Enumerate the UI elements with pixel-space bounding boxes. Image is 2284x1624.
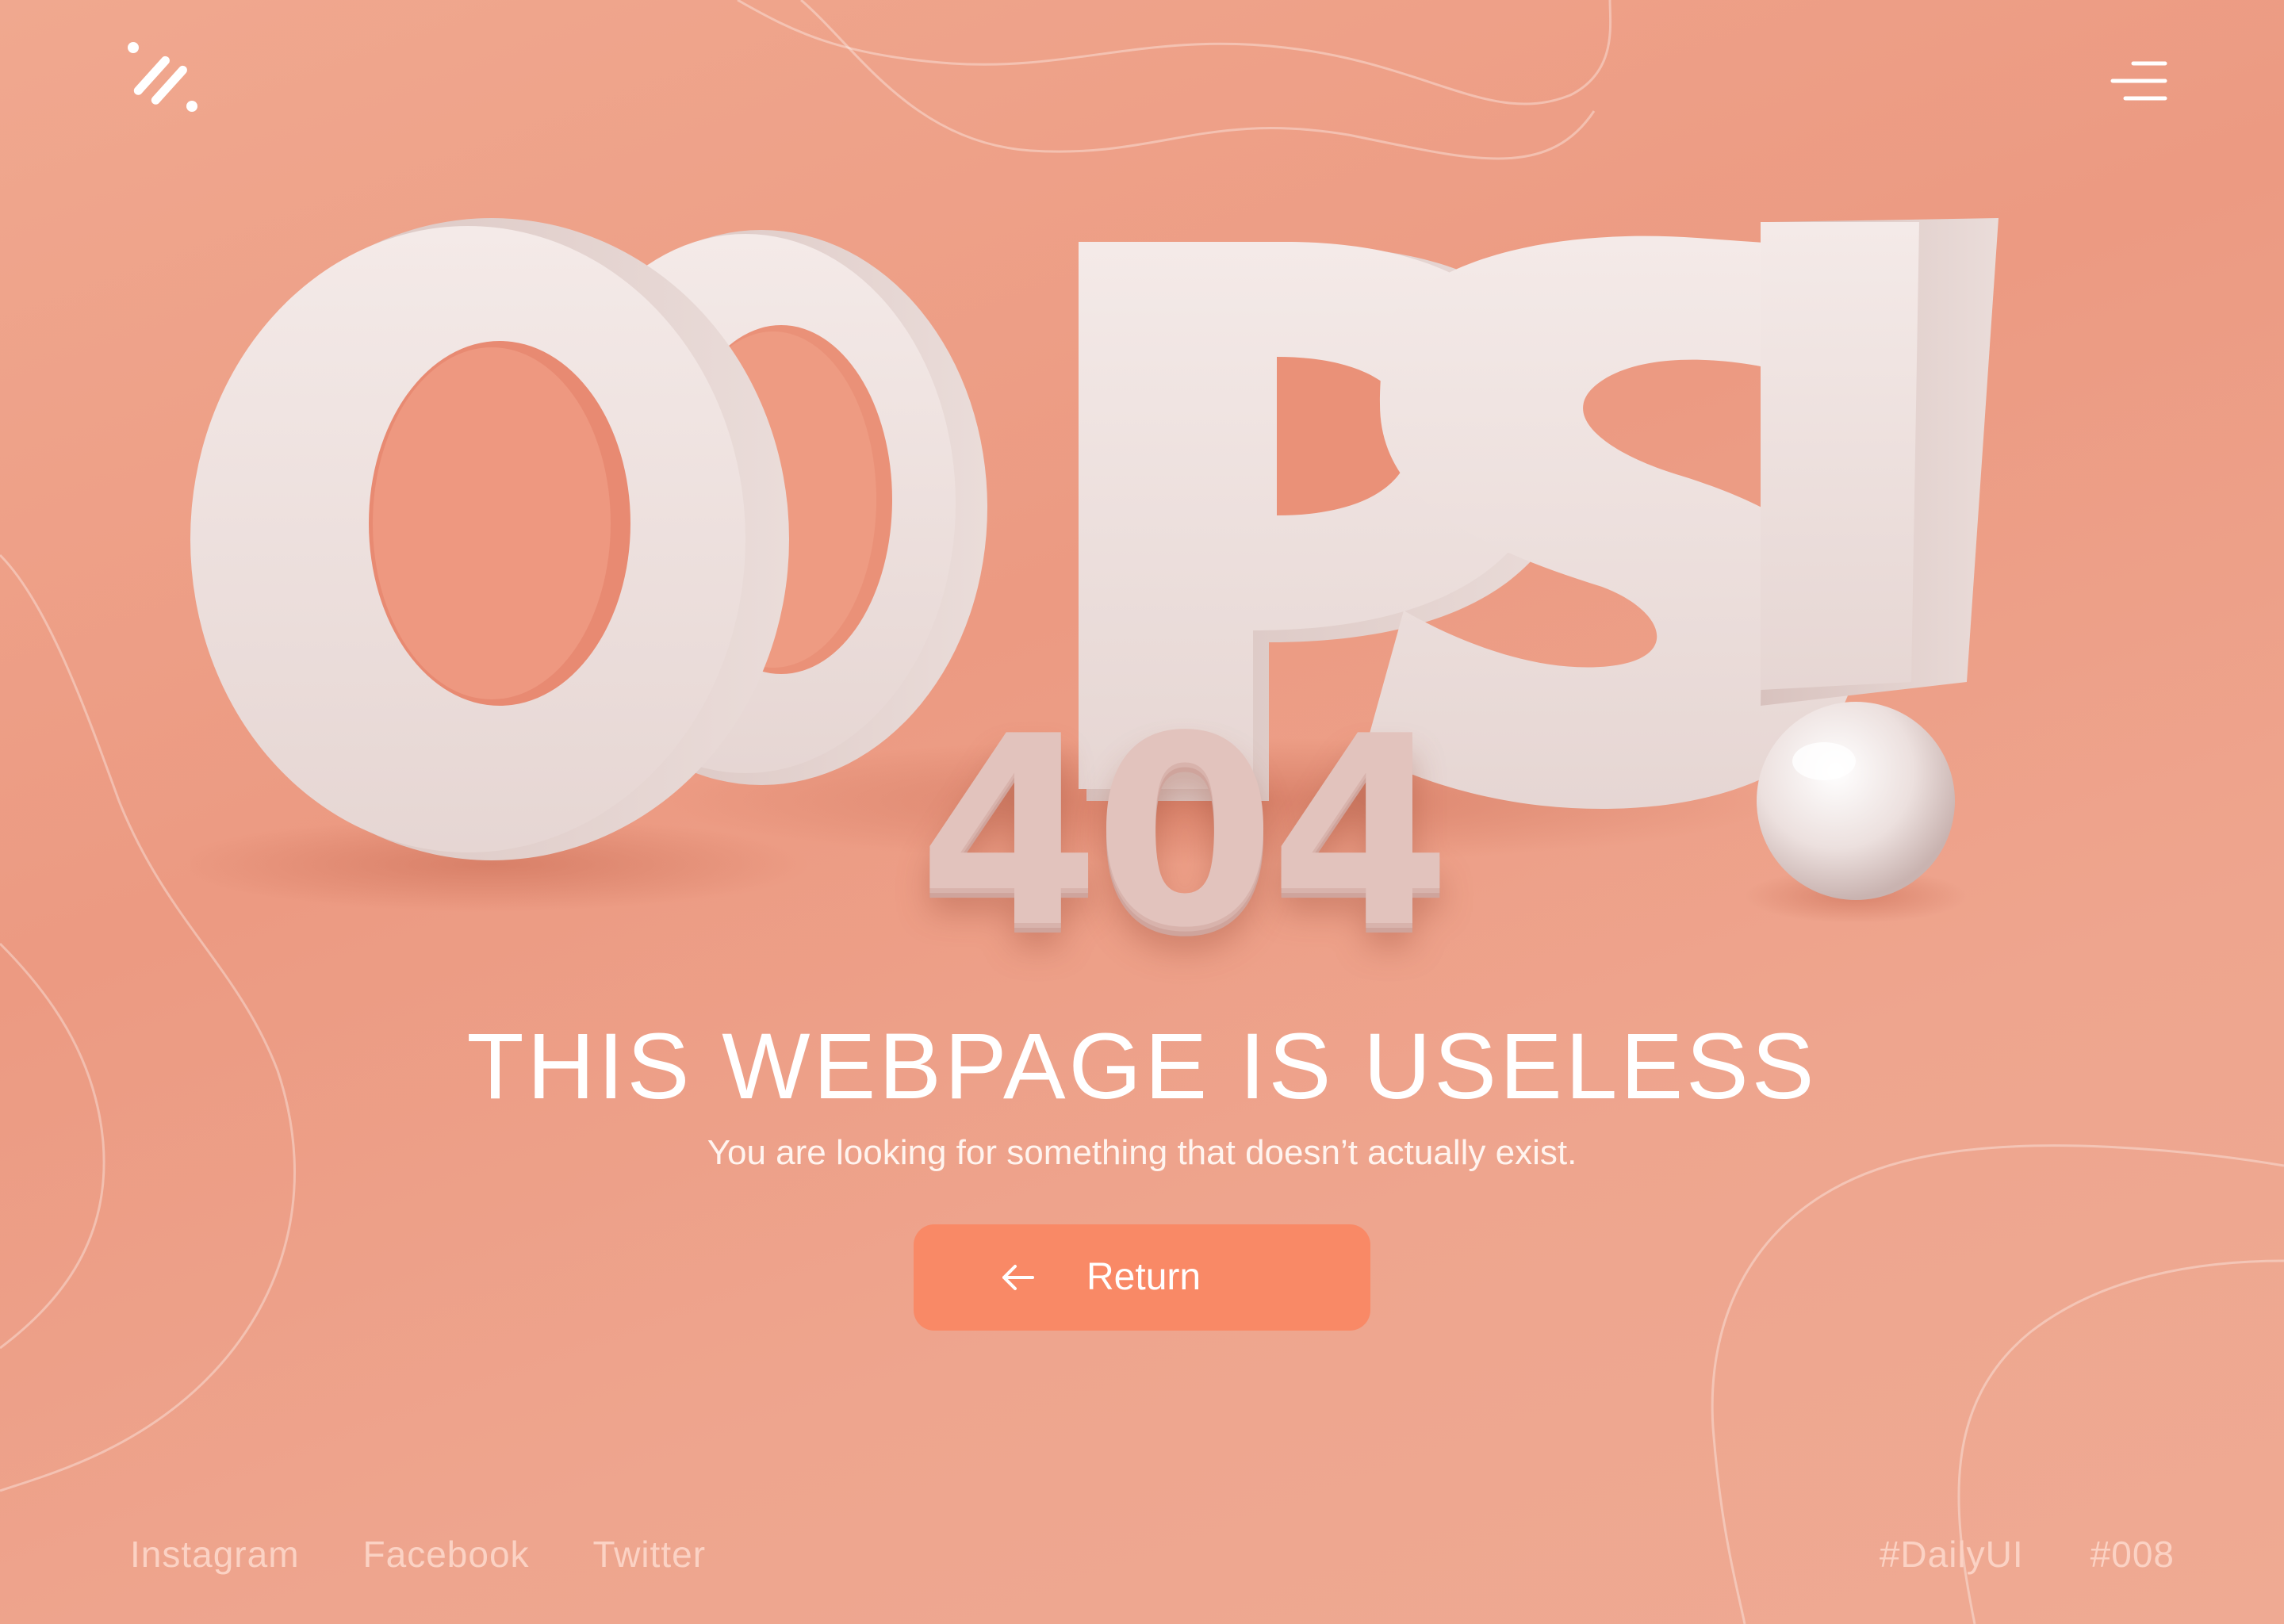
percent-slash-logo-icon: [128, 42, 197, 112]
social-links: Instagram Facebook Twitter: [130, 1526, 706, 1582]
letter-o-front: [190, 218, 789, 860]
logo[interactable]: [125, 41, 198, 113]
page-title: THIS WEBPAGE IS USELESS: [466, 1014, 1818, 1119]
instagram-link[interactable]: Instagram: [130, 1526, 300, 1582]
menu-button[interactable]: [2110, 59, 2168, 103]
tag-number: #008: [2090, 1534, 2175, 1575]
exclamation-mark: [1757, 218, 1998, 900]
return-button[interactable]: Return: [914, 1224, 1370, 1331]
facebook-link[interactable]: Facebook: [363, 1526, 530, 1582]
twitter-link[interactable]: Twitter: [593, 1526, 706, 1582]
error-code: 404: [918, 680, 1452, 985]
return-button-label: Return: [1086, 1256, 1201, 1298]
footer-tags: #DailyUI #008: [1880, 1526, 2175, 1582]
page: 404 THIS WEBPAGE IS USELESS You are look…: [0, 0, 2284, 1624]
page-subtitle: You are looking for something that doesn…: [707, 1133, 1577, 1172]
arrow-left-icon: [1002, 1265, 1034, 1290]
tag-dailyui: #DailyUI: [1879, 1534, 2024, 1575]
hamburger-menu-icon: [2110, 61, 2167, 101]
